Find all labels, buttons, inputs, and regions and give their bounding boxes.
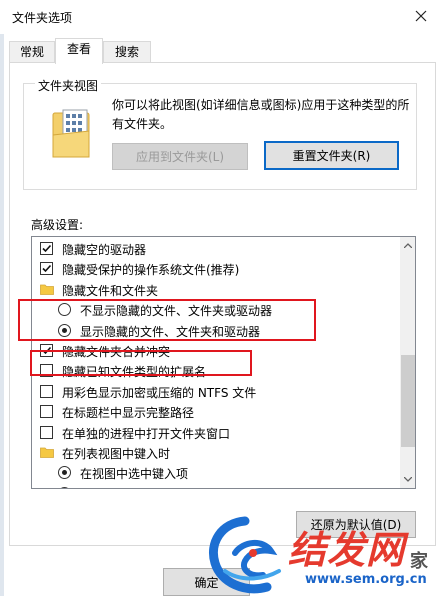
- setting-checkbox[interactable]: [40, 262, 53, 276]
- chevron-up-icon: [404, 243, 412, 248]
- setting-checkbox[interactable]: [40, 364, 53, 378]
- background-edge: [0, 0, 4, 596]
- setting-row[interactable]: 在视图中选中键入项: [32, 463, 400, 483]
- watermark-extra: 家: [410, 551, 428, 572]
- setting-checkbox[interactable]: [40, 384, 53, 398]
- setting-row[interactable]: 隐藏文件夹合并冲突: [32, 341, 400, 361]
- watermark-url: www.sem.org.cn: [305, 572, 427, 587]
- setting-checkbox[interactable]: [40, 344, 53, 357]
- setting-label: 不显示隐藏的文件、文件夹或驱动器: [80, 304, 273, 319]
- setting-row[interactable]: 在单独的进程中打开文件夹窗口: [32, 423, 400, 443]
- setting-checkbox[interactable]: [40, 425, 53, 439]
- setting-radio[interactable]: [58, 466, 71, 480]
- setting-label: 在视图中选中键入项: [80, 467, 189, 482]
- scroll-down-button[interactable]: [400, 471, 415, 488]
- folder-options-dialog: 文件夹选项 常规 查看 搜索 文件夹视图 你可以将此视图(如详细信息或图标)应用…: [0, 0, 445, 596]
- setting-label: 隐藏受保护的操作系统文件(推荐): [62, 263, 240, 278]
- tab-view[interactable]: 查看: [55, 38, 103, 64]
- scroll-up-button[interactable]: [400, 237, 415, 254]
- apply-to-folders-button[interactable]: 应用到文件夹(L): [112, 143, 248, 170]
- folder-view-icon: [52, 109, 90, 158]
- setting-row[interactable]: 隐藏空的驱动器: [32, 239, 400, 259]
- setting-row: 隐藏文件和文件夹: [32, 280, 400, 300]
- setting-radio[interactable]: [58, 323, 71, 337]
- setting-label: 隐藏已知文件类型的扩展名: [62, 365, 207, 380]
- setting-label: 隐藏文件和文件夹: [62, 283, 159, 298]
- advanced-settings-label: 高级设置:: [31, 218, 84, 232]
- setting-label: 在标题栏中显示完整路径: [62, 406, 195, 421]
- advanced-settings-list[interactable]: 隐藏空的驱动器隐藏受保护的操作系统文件(推荐) 隐藏文件和文件夹不显示隐藏的文件、…: [31, 236, 416, 489]
- folder-view-title: 文件夹视图: [35, 77, 102, 94]
- setting-row[interactable]: 在标题栏中显示完整路径: [32, 402, 400, 422]
- setting-label: 在单独的进程中打开文件夹窗口: [62, 426, 231, 441]
- title-bar[interactable]: 文件夹选项: [0, 0, 445, 34]
- setting-radio[interactable]: [58, 303, 71, 317]
- ok-button[interactable]: 确定: [163, 568, 250, 596]
- setting-row[interactable]: 隐藏已知文件类型的扩展名: [32, 361, 400, 381]
- tab-general[interactable]: 常规: [9, 41, 55, 63]
- vertical-scrollbar[interactable]: [400, 237, 415, 488]
- setting-label: 显示隐藏的文件、文件夹和驱动器: [80, 324, 261, 339]
- reset-folders-button[interactable]: 重置文件夹(R): [264, 141, 399, 170]
- window-title: 文件夹选项: [12, 11, 73, 25]
- folder-icon: [40, 284, 54, 295]
- setting-label: 用彩色显示加密或压缩的 NTFS 文件: [62, 385, 257, 400]
- setting-label: 自动键入到"搜索"框中: [80, 486, 199, 489]
- setting-label: 隐藏文件夹合并冲突: [62, 345, 171, 359]
- setting-row[interactable]: 不显示隐藏的文件、文件夹或驱动器: [32, 300, 400, 320]
- setting-checkbox[interactable]: [40, 405, 53, 419]
- restore-defaults-button[interactable]: 还原为默认值(D): [296, 511, 416, 538]
- setting-row[interactable]: 显示隐藏的文件、文件夹和驱动器: [32, 321, 400, 341]
- advanced-settings-items: 隐藏空的驱动器隐藏受保护的操作系统文件(推荐) 隐藏文件和文件夹不显示隐藏的文件、…: [32, 239, 400, 489]
- folder-icon: [40, 447, 54, 458]
- setting-label: 在列表视图中键入时: [62, 447, 171, 461]
- scroll-thumb[interactable]: [401, 355, 415, 447]
- setting-row[interactable]: 隐藏受保护的操作系统文件(推荐): [32, 259, 400, 279]
- close-icon: [415, 10, 427, 22]
- setting-row[interactable]: 自动键入到"搜索"框中: [32, 484, 400, 489]
- checkmark-icon: [42, 244, 52, 253]
- setting-label: 隐藏空的驱动器: [62, 243, 147, 257]
- checkmark-icon: [42, 346, 52, 355]
- checkmark-icon: [42, 265, 52, 273]
- chevron-down-icon: [404, 477, 412, 482]
- folder-view-description: 你可以将此视图(如详细信息或图标)应用于这种类型的所有文件夹。: [112, 98, 410, 131]
- setting-radio[interactable]: [58, 486, 71, 488]
- setting-row[interactable]: 用彩色显示加密或压缩的 NTFS 文件: [32, 382, 400, 402]
- setting-row: 在列表视图中键入时: [32, 443, 400, 463]
- tab-search[interactable]: 搜索: [103, 41, 151, 63]
- close-button[interactable]: [401, 0, 441, 32]
- setting-checkbox[interactable]: [40, 242, 53, 255]
